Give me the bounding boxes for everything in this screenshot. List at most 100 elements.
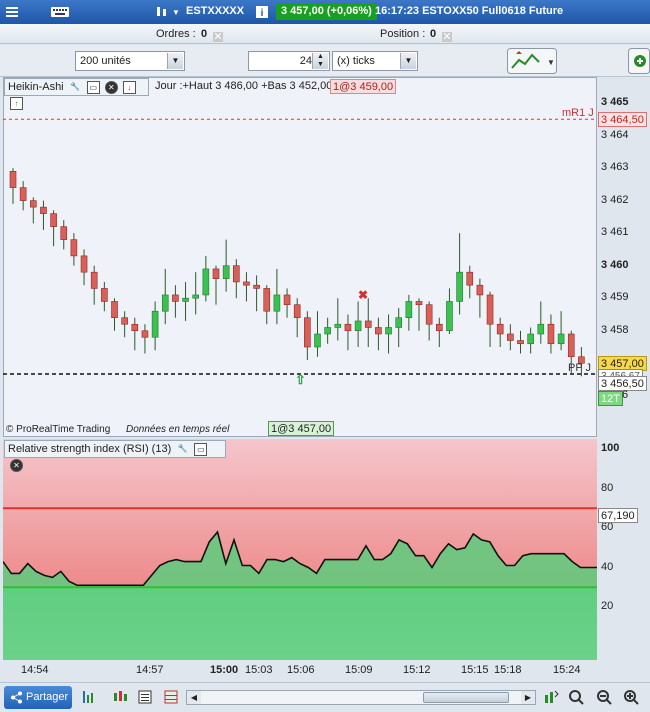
share-label: Partager [26,691,69,703]
candle [233,265,240,283]
price-axis-label: 3 465 [601,96,629,108]
scroll-left-icon[interactable]: ◀ [187,691,201,704]
time-axis-label: 15:24 [553,664,581,676]
candle [212,268,220,279]
trading-toolbar: 200 unités ▼ 24 ▲ ▼ (x) ticks ▼ ▼ [0,45,650,77]
candle [375,327,382,335]
candle [90,271,98,289]
copyright: © ProRealTime Trading [6,424,111,435]
menu-icon[interactable] [4,4,20,20]
time-axis-label: 15:18 [494,664,522,676]
chevron-down-icon[interactable]: ▼ [167,53,183,69]
candle [29,200,37,208]
window-icon[interactable]: ▭ [194,442,208,456]
candle [364,320,372,328]
chevron-down-icon[interactable]: ▼ [400,53,416,69]
price-axis-label: 3 463 [601,161,629,174]
price-axis-label: 3 459 [601,291,629,304]
instrument-name[interactable]: ESTXXXXX [186,5,244,17]
candle [435,323,443,332]
candle [172,294,179,302]
candle [354,320,362,332]
chart-type-icon[interactable] [154,4,170,20]
candle [496,323,504,335]
candle [304,317,311,348]
candle [121,317,128,325]
wrench-icon[interactable]: 🔧 [69,81,82,94]
rsi-value-tag: 67,190 [598,508,638,523]
rsi-axis-label: 40 [601,560,614,573]
candle [182,297,189,302]
candle [537,323,545,335]
sell-marker-icon: ✖ [358,288,368,302]
share-button[interactable]: Partager [4,686,72,709]
candle [324,327,331,335]
orders-value: 0 [201,28,208,40]
candle [222,265,230,279]
add-icon[interactable] [628,48,650,74]
candle [60,226,68,240]
close-icon[interactable]: ✕ [10,458,23,472]
candle [253,284,260,289]
time-axis-label: 15:03 [245,664,273,676]
list-icon[interactable] [137,689,153,705]
candle [192,294,199,299]
candle [385,327,392,335]
table-icon[interactable] [163,689,179,705]
strategy-icon[interactable]: ▼ [507,48,557,74]
candle [70,239,78,257]
candle [476,284,484,296]
close-icon[interactable]: ✕ [104,80,118,94]
ticks-value: 24 [299,55,312,67]
candle [395,317,403,328]
arrow-up-icon[interactable]: ↑ [10,96,23,110]
zoom-fit-icon[interactable] [568,689,584,705]
autoscale-icon[interactable] [543,689,559,705]
candle [486,294,494,325]
price-axis-label: 3 461 [601,226,629,239]
orders-label: Ordres : [156,28,196,40]
candle [405,301,413,319]
wrench-icon[interactable]: 🔧 [176,443,189,456]
quantity-select[interactable]: 200 unités ▼ [75,51,185,71]
rsi-axis-label: 100 [601,442,620,454]
position-value: 0 [430,28,437,40]
arrow-down-icon[interactable]: ↓ [122,80,136,94]
stepper-arrows-icon[interactable]: ▲ ▼ [312,53,328,69]
candle [151,310,159,338]
candle [111,301,118,319]
indicator-name[interactable]: Heikin-Ashi [8,81,64,93]
time-and-contract: 16:17:23 ESTOXX50 Full0618 Future [375,5,564,17]
rsi-title[interactable]: Relative strength index (RSI) (13) [8,443,171,455]
zoom-in-icon[interactable] [623,689,639,705]
candle [456,271,463,302]
scroll-thumb[interactable] [423,692,509,703]
window-icon[interactable]: ▭ [86,80,100,94]
candles-icon[interactable] [112,689,128,705]
ticks-unit-value: (x) ticks [337,55,375,67]
tick-label-tag: 12T [598,391,623,406]
candle [334,323,342,328]
candle [517,340,524,345]
rsi-chart[interactable] [3,439,597,660]
order-tag[interactable]: 1@3 459,00 [330,79,397,94]
keyboard-icon[interactable] [50,4,70,20]
time-scrollbar[interactable]: ◀ ▶ [186,690,536,705]
candle [141,330,149,338]
heikin-ashi-chart[interactable]: ✖⇧ [3,77,597,437]
candle [293,304,301,319]
fill-tag[interactable]: 1@3 457,00 [268,421,335,436]
rsi-axis-label: 20 [601,600,614,612]
chart-settings-icon[interactable] [82,689,98,705]
candle [80,255,88,273]
info-icon[interactable]: i [254,4,270,20]
ticks-stepper[interactable]: 24 ▲ ▼ [248,51,330,71]
price-change-badge: 3 457,00 (+0,06%) [276,3,377,20]
ticks-unit-select[interactable]: (x) ticks ▼ [332,51,418,71]
svg-text:▼: ▼ [547,58,555,67]
zoom-out-icon[interactable] [596,689,612,705]
instrument-dropdown-arrow[interactable]: ▼ [172,8,180,17]
time-axis-label: 15:06 [287,664,315,676]
scroll-right-icon[interactable]: ▶ [521,691,535,704]
candle [547,323,555,345]
